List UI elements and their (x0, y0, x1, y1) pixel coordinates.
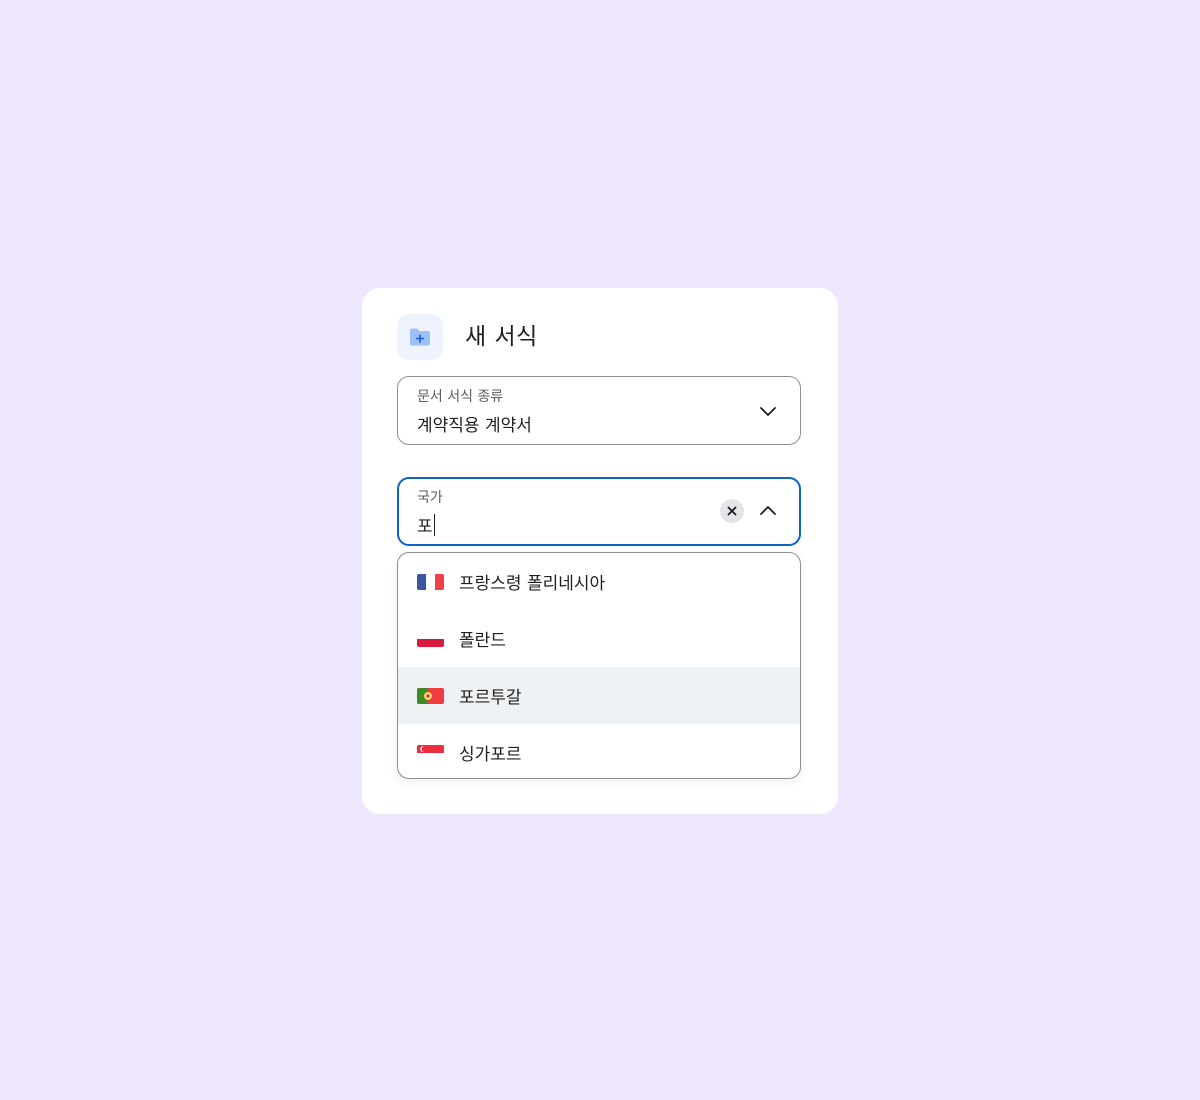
close-icon (727, 506, 737, 516)
country-combobox[interactable]: 국가 포 (397, 477, 801, 546)
chevron-up-icon[interactable] (758, 501, 778, 521)
folder-add-icon (397, 314, 443, 360)
country-option-label: 포르투갈 (459, 688, 522, 708)
country-option-label: 프랑스령 폴리네시아 (459, 574, 606, 594)
country-option-label: 싱가포르 (459, 745, 522, 765)
text-caret (433, 514, 436, 536)
dialog-header: 새 서식 (397, 314, 538, 360)
document-type-label: 문서 서식 종류 (417, 389, 504, 405)
flag-france-icon (417, 573, 444, 590)
document-type-select[interactable]: 문서 서식 종류 계약직용 계약서 (397, 376, 801, 445)
country-option[interactable]: 싱가포르 (398, 724, 800, 778)
country-option[interactable]: 폴란드 (398, 610, 800, 667)
chevron-down-icon[interactable] (758, 401, 778, 421)
flag-singapore-icon (417, 744, 444, 761)
country-search-input[interactable]: 포 (417, 512, 436, 537)
document-type-value: 계약직용 계약서 (417, 416, 532, 436)
country-option-label: 폴란드 (459, 631, 506, 651)
clear-button[interactable] (720, 499, 744, 523)
country-options-list: 프랑스령 폴리네시아 폴란드 포르투갈 싱가포르 (397, 552, 801, 779)
country-option-highlighted[interactable]: 포르투갈 (398, 667, 800, 724)
dialog-title: 새 서식 (465, 324, 538, 350)
new-template-dialog: 새 서식 문서 서식 종류 계약직용 계약서 국가 포 프랑스령 폴리네시아 폴… (362, 288, 838, 814)
flag-portugal-icon (417, 687, 444, 704)
country-option[interactable]: 프랑스령 폴리네시아 (398, 553, 800, 610)
flag-poland-icon (417, 630, 444, 647)
country-input-text: 포 (417, 517, 433, 537)
country-label: 국가 (417, 490, 443, 506)
